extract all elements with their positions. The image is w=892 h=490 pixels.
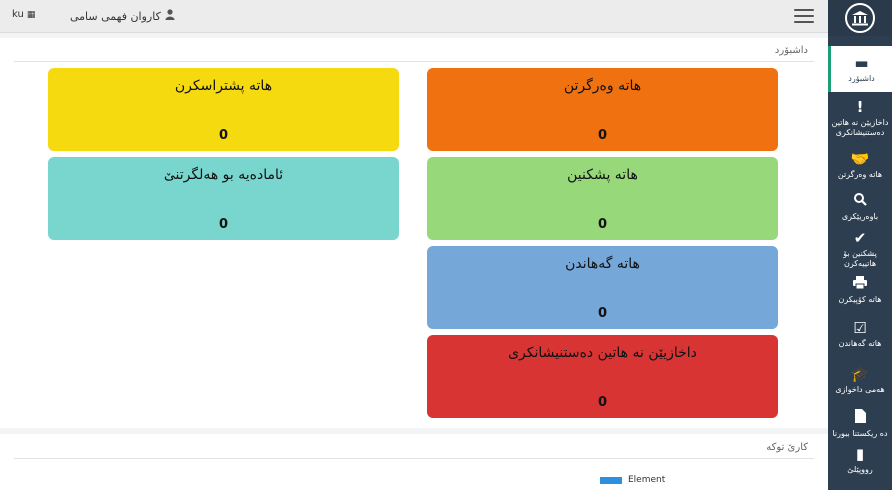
sidebar-item-label: هەمی داخوازی [835, 384, 885, 394]
checkbox-icon: ☑ [853, 318, 867, 337]
sidebar-item-checked[interactable]: ✔ پشکنین بۆ هاتییەکرن [828, 228, 892, 270]
logo[interactable] [828, 0, 892, 36]
card-delivered[interactable]: هاتە گەهاندن 0 [427, 246, 778, 329]
legend-label: Element [628, 475, 666, 485]
flag-icon: ▦ [26, 9, 36, 20]
user-icon [165, 9, 175, 23]
card-title: هاتە وەرگرتن [563, 78, 642, 94]
card-received[interactable]: هاتە وەرگرتن 0 [427, 68, 778, 151]
hamburger-bar [794, 9, 814, 11]
card-title: هاتە پشتراسکرن [174, 78, 273, 94]
language-switcher[interactable]: ku ▦ [12, 9, 35, 20]
card-count: 0 [218, 217, 229, 232]
sidebar-item-all-requests[interactable]: 🎓 هەمی داخوازی [828, 358, 892, 402]
handshake-icon: 🤝 [850, 149, 870, 168]
sidebar-item-received[interactable]: 🤝 هاتە وەرگرتن [828, 144, 892, 186]
sidebar-item-unassigned[interactable]: ! داخازیێن نە هاتین دەستنیشانکری [828, 92, 892, 144]
card-title: هاتە گەهاندن [565, 256, 640, 272]
card-count: 0 [597, 306, 608, 321]
card-verified[interactable]: هاتە پشتراسکرن 0 [48, 68, 399, 151]
sidebar-item-label: داشبۆرد [848, 73, 875, 83]
sidebar-item-label: رووپێلێ [847, 464, 873, 474]
language-label: ku [12, 9, 24, 20]
dashboard-icon: ▬ [854, 53, 869, 72]
hamburger-bar [794, 15, 814, 17]
dashboard-panel: داشبۆرد هاتە وەرگرتن 0 هاتە پشتراسکرن 0 … [0, 38, 828, 428]
card-title: داخازیێن نە هاتین دەستنیشانکری [508, 345, 697, 361]
sidebar-item-label: داخازیێن نە هاتین دەستنیشانکری [831, 117, 889, 137]
sidebar-item-label: هاتە کۆپیکرن [838, 294, 882, 304]
user-name: کاروان فهمی سامی [70, 9, 161, 23]
sidebar-item-label: هاتە وەرگرتن [837, 169, 883, 179]
sidebar-item-dashboard[interactable]: ▬ داشبۆرد [828, 46, 892, 92]
user-menu[interactable]: کاروان فهمی سامی [70, 9, 175, 23]
sidebar-item-label: پشکنین بۆ هاتییەکرن [843, 248, 877, 268]
divider [14, 458, 814, 459]
card-title: هاتە پشکنین [567, 167, 638, 183]
sidebar-item-delivered[interactable]: ☑ هاتە گەهاندن [828, 310, 892, 358]
search-icon [853, 192, 867, 210]
card-count: 0 [218, 128, 229, 143]
printer-icon [853, 275, 867, 293]
sidebar-item-files[interactable]: دە ریکستنا ببورنا [828, 402, 892, 446]
card-checked[interactable]: هاتە پشکنین 0 [427, 157, 778, 240]
exclamation-icon: ! [856, 97, 864, 116]
hamburger-bar [794, 21, 814, 23]
divider [14, 61, 814, 62]
sidebar-item-label: هاتە گەهاندن [838, 338, 882, 348]
legend-swatch [600, 476, 622, 484]
institution-icon [845, 3, 875, 33]
sidebar-item-copied[interactable]: هاتە کۆپیکرن [828, 270, 892, 310]
door-icon: ▮ [855, 444, 865, 463]
panel-title: کارێ توکە [766, 442, 808, 453]
card-unassigned[interactable]: داخازیێن نە هاتین دەستنیشانکری 0 [427, 335, 778, 418]
sidebar-item-logout[interactable]: ▮ رووپێلێ [828, 444, 892, 474]
card-ready-for-pickup[interactable]: ئامادەیە بو هەلگرتنێ 0 [48, 157, 399, 240]
chart-legend: Element [600, 475, 665, 485]
graduation-cap-icon: 🎓 [850, 364, 870, 383]
sidebar-item-label: دە ریکستنا ببورنا [832, 429, 888, 438]
sidebar-item-verified[interactable]: باوەریێکری [828, 186, 892, 228]
panel-title: داشبۆرد [774, 45, 808, 56]
card-count: 0 [597, 128, 608, 143]
menu-toggle-button[interactable] [794, 9, 814, 23]
card-count: 0 [597, 217, 608, 232]
file-icon [854, 409, 866, 427]
work-panel: کارێ توکە Element [0, 434, 828, 490]
card-title: ئامادەیە بو هەلگرتنێ [163, 167, 284, 183]
check-icon: ✔ [853, 228, 867, 247]
sidebar-item-label: باوەریێکری [841, 212, 879, 221]
card-count: 0 [597, 395, 608, 410]
top-bar: ku ▦ کاروان فهمی سامی [0, 0, 828, 33]
sidebar: ▬ داشبۆرد ! داخازیێن نە هاتین دەستنیشانک… [828, 0, 892, 490]
